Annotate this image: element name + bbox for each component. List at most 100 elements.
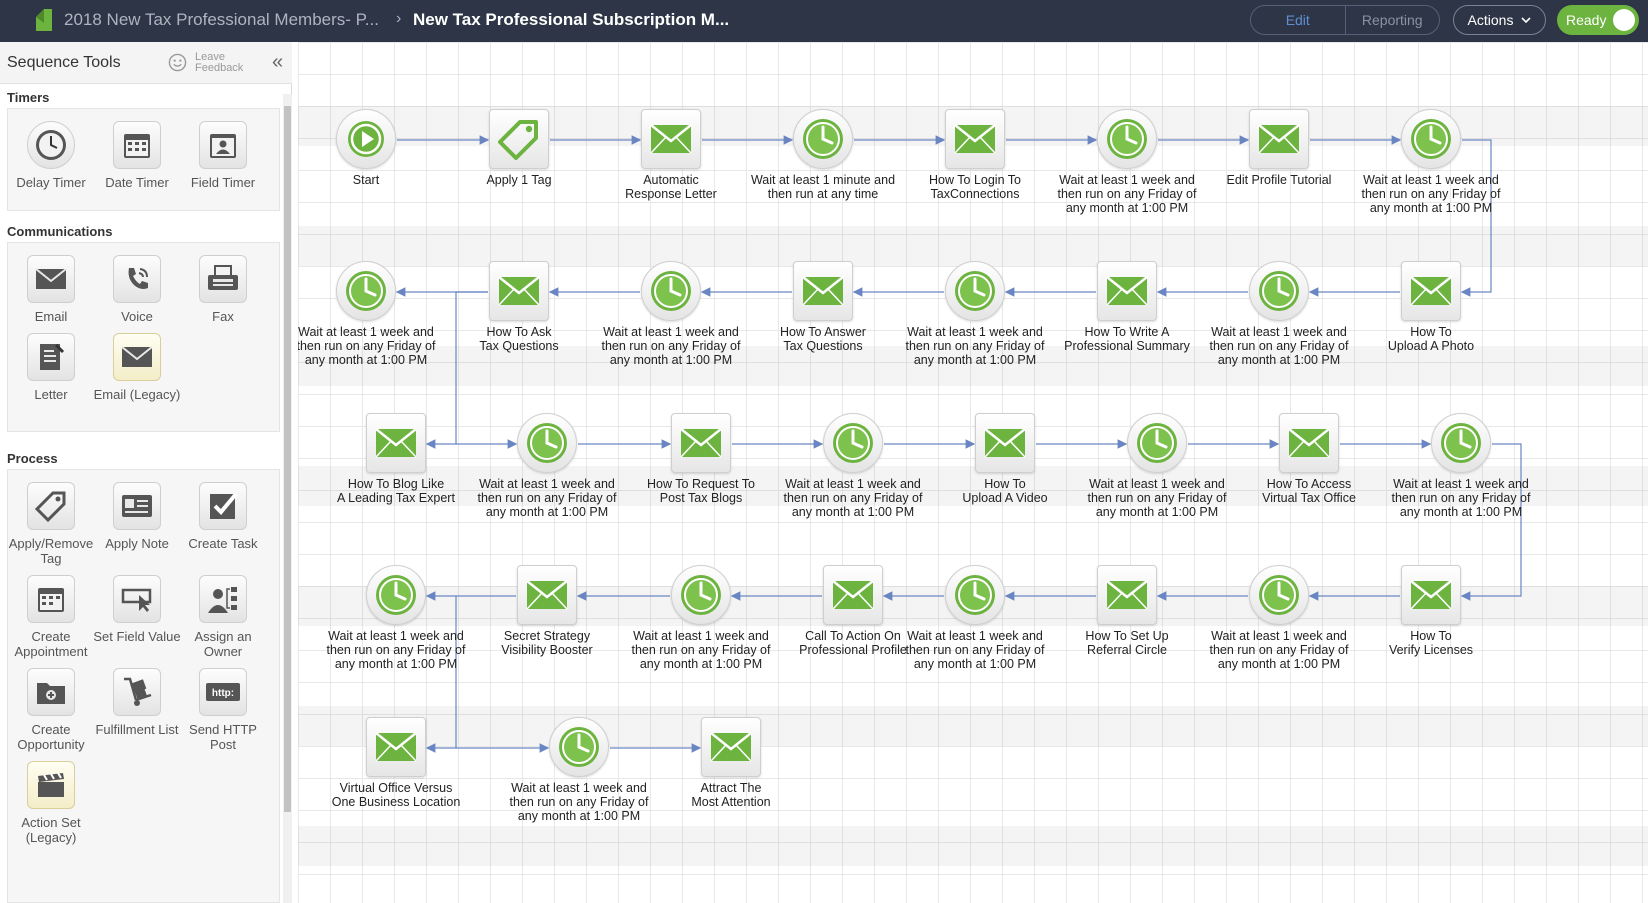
send-http-post-tool[interactable]: http: Send HTTP Post [178, 668, 268, 752]
node-label: Wait at least 1 week and then run on any… [1209, 629, 1349, 671]
email-legacy-tool[interactable]: Email (Legacy) [92, 333, 182, 402]
apply-remove-tag-tool[interactable]: Apply/Remove Tag [6, 482, 96, 566]
email-node[interactable]: How To Login To TaxConnections [895, 109, 1055, 201]
sequence-canvas[interactable]: Start Apply 1 Tag Automatic Response Lette… [298, 42, 1648, 903]
tool-label: Create Appointment [14, 629, 88, 659]
envelope-icon [1401, 261, 1461, 321]
checkbox-icon [199, 482, 247, 530]
email-node[interactable]: Virtual Office Versus One Business Locat… [316, 717, 476, 809]
clock-icon [549, 717, 609, 777]
mode-toggle: Edit Reporting [1250, 5, 1440, 35]
email-node[interactable]: Attract The Most Attention [651, 717, 811, 809]
node-label: Wait at least 1 minute and then run at a… [750, 173, 896, 201]
smiley-icon[interactable] [168, 53, 187, 72]
node-label: Wait at least 1 week and then run on any… [1087, 477, 1227, 519]
timer-node[interactable]: Wait at least 1 week and then run on any… [1077, 413, 1237, 519]
email-node[interactable]: How To Answer Tax Questions [743, 261, 903, 353]
breadcrumb-parent[interactable]: 2018 New Tax Professional Members- P... [64, 10, 379, 30]
tool-label: Letter [34, 387, 68, 402]
owner-icon [199, 575, 247, 623]
delay-timer-tool[interactable]: Delay Timer [6, 121, 96, 190]
letter-tool[interactable]: Letter [6, 333, 96, 402]
timer-node[interactable]: Wait at least 1 week and then run on any… [1199, 261, 1359, 367]
email-node[interactable]: How To Request To Post Tax Blogs [621, 413, 781, 505]
node-label: How To Ask Tax Questions [479, 325, 559, 353]
node-label: Wait at least 1 week and then run on any… [1361, 173, 1501, 215]
tool-label: Email (Legacy) [93, 387, 181, 402]
apply-tag-node[interactable]: Apply 1 Tag [439, 109, 599, 187]
timer-node[interactable]: Wait at least 1 week and then run on any… [316, 565, 476, 671]
assign-owner-tool[interactable]: Assign an Owner [178, 575, 268, 659]
timers-section: Delay Timer Date Timer Field Timer [7, 108, 280, 211]
reporting-mode-button[interactable]: Reporting [1346, 6, 1440, 34]
fulfillment-list-tool[interactable]: Fulfillment List [92, 668, 182, 737]
create-appointment-tool[interactable]: Create Appointment [6, 575, 96, 659]
phone-icon [113, 255, 161, 303]
timer-node[interactable]: Wait at least 1 week and then run on any… [1381, 413, 1541, 519]
ready-toggle[interactable]: Ready [1557, 5, 1639, 35]
timer-node[interactable]: Wait at least 1 week and then run on any… [895, 565, 1055, 671]
timer-node[interactable]: Wait at least 1 week and then run on any… [499, 717, 659, 823]
node-label: Wait at least 1 week and then run on any… [905, 325, 1045, 367]
timer-node[interactable]: Wait at least 1 week and then run on any… [467, 413, 627, 519]
start-node[interactable]: Start [298, 109, 446, 187]
email-tool[interactable]: Email [6, 255, 96, 324]
timer-node[interactable]: Wait at least 1 week and then run on any… [773, 413, 933, 519]
email-node[interactable]: How To Upload A Photo [1351, 261, 1511, 353]
fax-icon [199, 255, 247, 303]
clock-icon [671, 565, 731, 625]
timer-node[interactable]: Wait at least 1 week and then run on any… [298, 261, 446, 367]
communications-section-title: Communications [7, 224, 113, 239]
fax-tool[interactable]: Fax [178, 255, 268, 324]
email-node[interactable]: How To Verify Licenses [1351, 565, 1511, 657]
actions-dropdown-button[interactable]: Actions [1453, 5, 1546, 35]
email-node[interactable]: How To Set Up Referral Circle [1047, 565, 1207, 657]
tool-label: Action Set (Legacy) [21, 815, 81, 845]
email-node[interactable]: How To Ask Tax Questions [439, 261, 599, 353]
tool-label: Fulfillment List [95, 722, 179, 737]
action-set-legacy-tool[interactable]: Action Set (Legacy) [6, 761, 96, 845]
tool-label: Fax [212, 309, 234, 324]
collapse-sidebar-icon[interactable]: « [272, 51, 283, 74]
page-title[interactable]: New Tax Professional Subscription M... [413, 10, 729, 30]
email-node[interactable]: How To Upload A Video [925, 413, 1085, 505]
breadcrumb-separator-icon: › [396, 10, 402, 27]
tool-label: Voice [121, 309, 153, 324]
node-label: Wait at least 1 week and then run on any… [601, 325, 741, 367]
email-node[interactable]: Secret Strategy Visibility Booster [467, 565, 627, 657]
email-node[interactable]: How To Access Virtual Tax Office [1229, 413, 1389, 505]
email-node[interactable]: How To Write A Professional Summary [1047, 261, 1207, 353]
set-field-value-tool[interactable]: Set Field Value [92, 575, 182, 644]
edit-mode-button[interactable]: Edit [1251, 6, 1346, 34]
leave-feedback-link[interactable]: Leave Feedback [195, 52, 255, 74]
timer-node[interactable]: Wait at least 1 minute and then run at a… [743, 109, 903, 201]
create-task-tool[interactable]: Create Task [178, 482, 268, 551]
timer-node[interactable]: Wait at least 1 week and then run on any… [591, 261, 751, 367]
tool-label: Email [34, 309, 68, 324]
toggle-knob [1613, 9, 1635, 31]
clock-icon [517, 413, 577, 473]
scrollbar-thumb[interactable] [284, 106, 291, 812]
create-opportunity-tool[interactable]: Create Opportunity [6, 668, 96, 752]
timer-node[interactable]: Wait at least 1 week and then run on any… [895, 261, 1055, 367]
email-node[interactable]: Automatic Response Letter [591, 109, 751, 201]
timer-node[interactable]: Wait at least 1 week and then run on any… [1199, 565, 1359, 671]
envelope-icon [945, 109, 1005, 169]
voice-tool[interactable]: Voice [92, 255, 182, 324]
envelope-icon [366, 413, 426, 473]
sidebar-scrollbar[interactable] [283, 94, 292, 903]
date-timer-tool[interactable]: Date Timer [92, 121, 182, 190]
folder-plus-icon [27, 668, 75, 716]
envelope-legacy-icon [113, 333, 161, 381]
timer-node[interactable]: Wait at least 1 week and then run on any… [621, 565, 781, 671]
timer-node[interactable]: Wait at least 1 week and then run on any… [1047, 109, 1207, 215]
clock-icon [1097, 109, 1157, 169]
field-timer-tool[interactable]: Field Timer [178, 121, 268, 190]
tool-label: Apply/Remove Tag [8, 536, 94, 566]
clock-icon [1401, 109, 1461, 169]
email-node[interactable]: Edit Profile Tutorial [1199, 109, 1359, 187]
timer-node[interactable]: Wait at least 1 week and then run on any… [1351, 109, 1511, 215]
apply-note-tool[interactable]: Apply Note [92, 482, 182, 551]
calendar-icon [27, 575, 75, 623]
email-node[interactable]: How To Blog Like A Leading Tax Expert [316, 413, 476, 505]
